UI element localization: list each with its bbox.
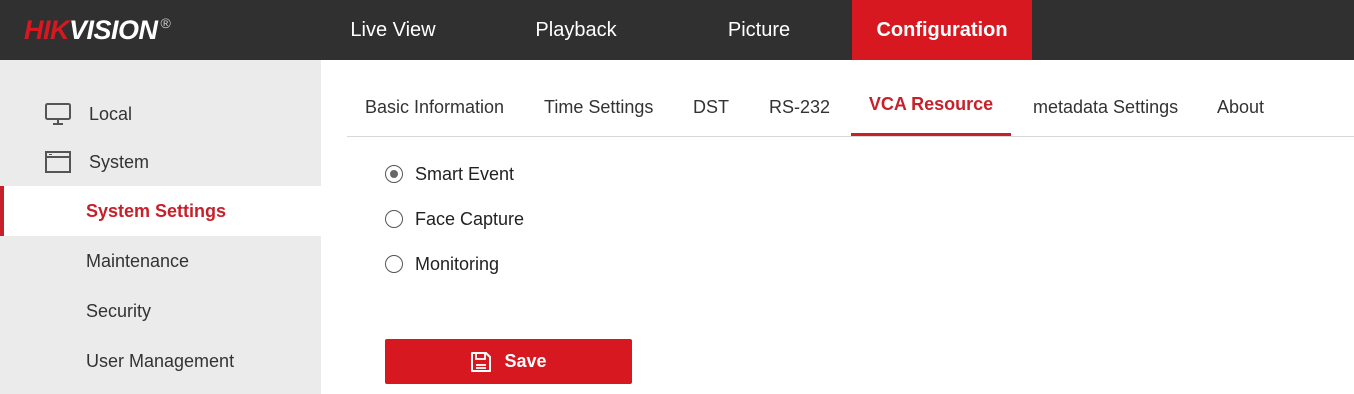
radio-label: Smart Event [415, 163, 515, 184]
settings-tab-bar: Basic Information Time Settings DST RS-2… [347, 80, 1354, 137]
radio-option-monitoring[interactable]: Monitoring [385, 252, 499, 276]
nav-playback[interactable]: Playback [516, 0, 636, 60]
radio-option-smart-event[interactable]: Smart Event [385, 162, 514, 186]
sidebar-item-system[interactable]: System [0, 142, 321, 182]
sidebar-item-label: System [89, 151, 150, 172]
logo-text-hik: HIK [24, 15, 70, 45]
logo-text-vision: VISION [69, 15, 158, 45]
radio-button[interactable] [385, 210, 403, 228]
nav-live-view[interactable]: Live View [330, 0, 456, 60]
sidebar-item-maintenance[interactable]: Maintenance [0, 236, 321, 286]
save-button[interactable]: Save [385, 339, 632, 384]
tab-vca-resource[interactable]: VCA Resource [851, 80, 1011, 136]
window-icon [45, 151, 71, 173]
save-button-label: Save [504, 351, 547, 371]
radio-option-face-capture[interactable]: Face Capture [385, 207, 524, 231]
top-navigation-bar: HIK VISION ® Live View Playback Picture Co… [0, 0, 1354, 60]
tab-basic-information[interactable]: Basic Information [365, 80, 504, 136]
nav-picture[interactable]: Picture [706, 0, 812, 60]
tab-metadata-settings[interactable]: metadata Settings [1033, 80, 1178, 136]
radio-button-checked[interactable] [385, 165, 403, 183]
sidebar-item-local[interactable]: Local [0, 94, 321, 134]
tab-rs-232[interactable]: RS-232 [769, 80, 830, 136]
radio-button[interactable] [385, 255, 403, 273]
sidebar-item-system-settings[interactable]: System Settings [0, 186, 321, 236]
tab-about[interactable]: About [1217, 80, 1264, 136]
hikvision-logo: HIK VISION ® [24, 13, 171, 47]
radio-label: Face Capture [415, 208, 525, 229]
sidebar-item-label: Local [89, 103, 133, 124]
sidebar: Local System System Settings Maintenance… [0, 60, 321, 394]
monitor-icon [45, 103, 71, 125]
tab-time-settings[interactable]: Time Settings [544, 80, 653, 136]
tab-dst[interactable]: DST [693, 80, 729, 136]
radio-label: Monitoring [415, 253, 500, 274]
nav-configuration[interactable]: Configuration [852, 0, 1032, 60]
save-icon [471, 351, 492, 372]
sidebar-item-security[interactable]: Security [0, 286, 321, 336]
registered-mark: ® [160, 15, 171, 31]
sidebar-item-user-management[interactable]: User Management [0, 336, 321, 386]
